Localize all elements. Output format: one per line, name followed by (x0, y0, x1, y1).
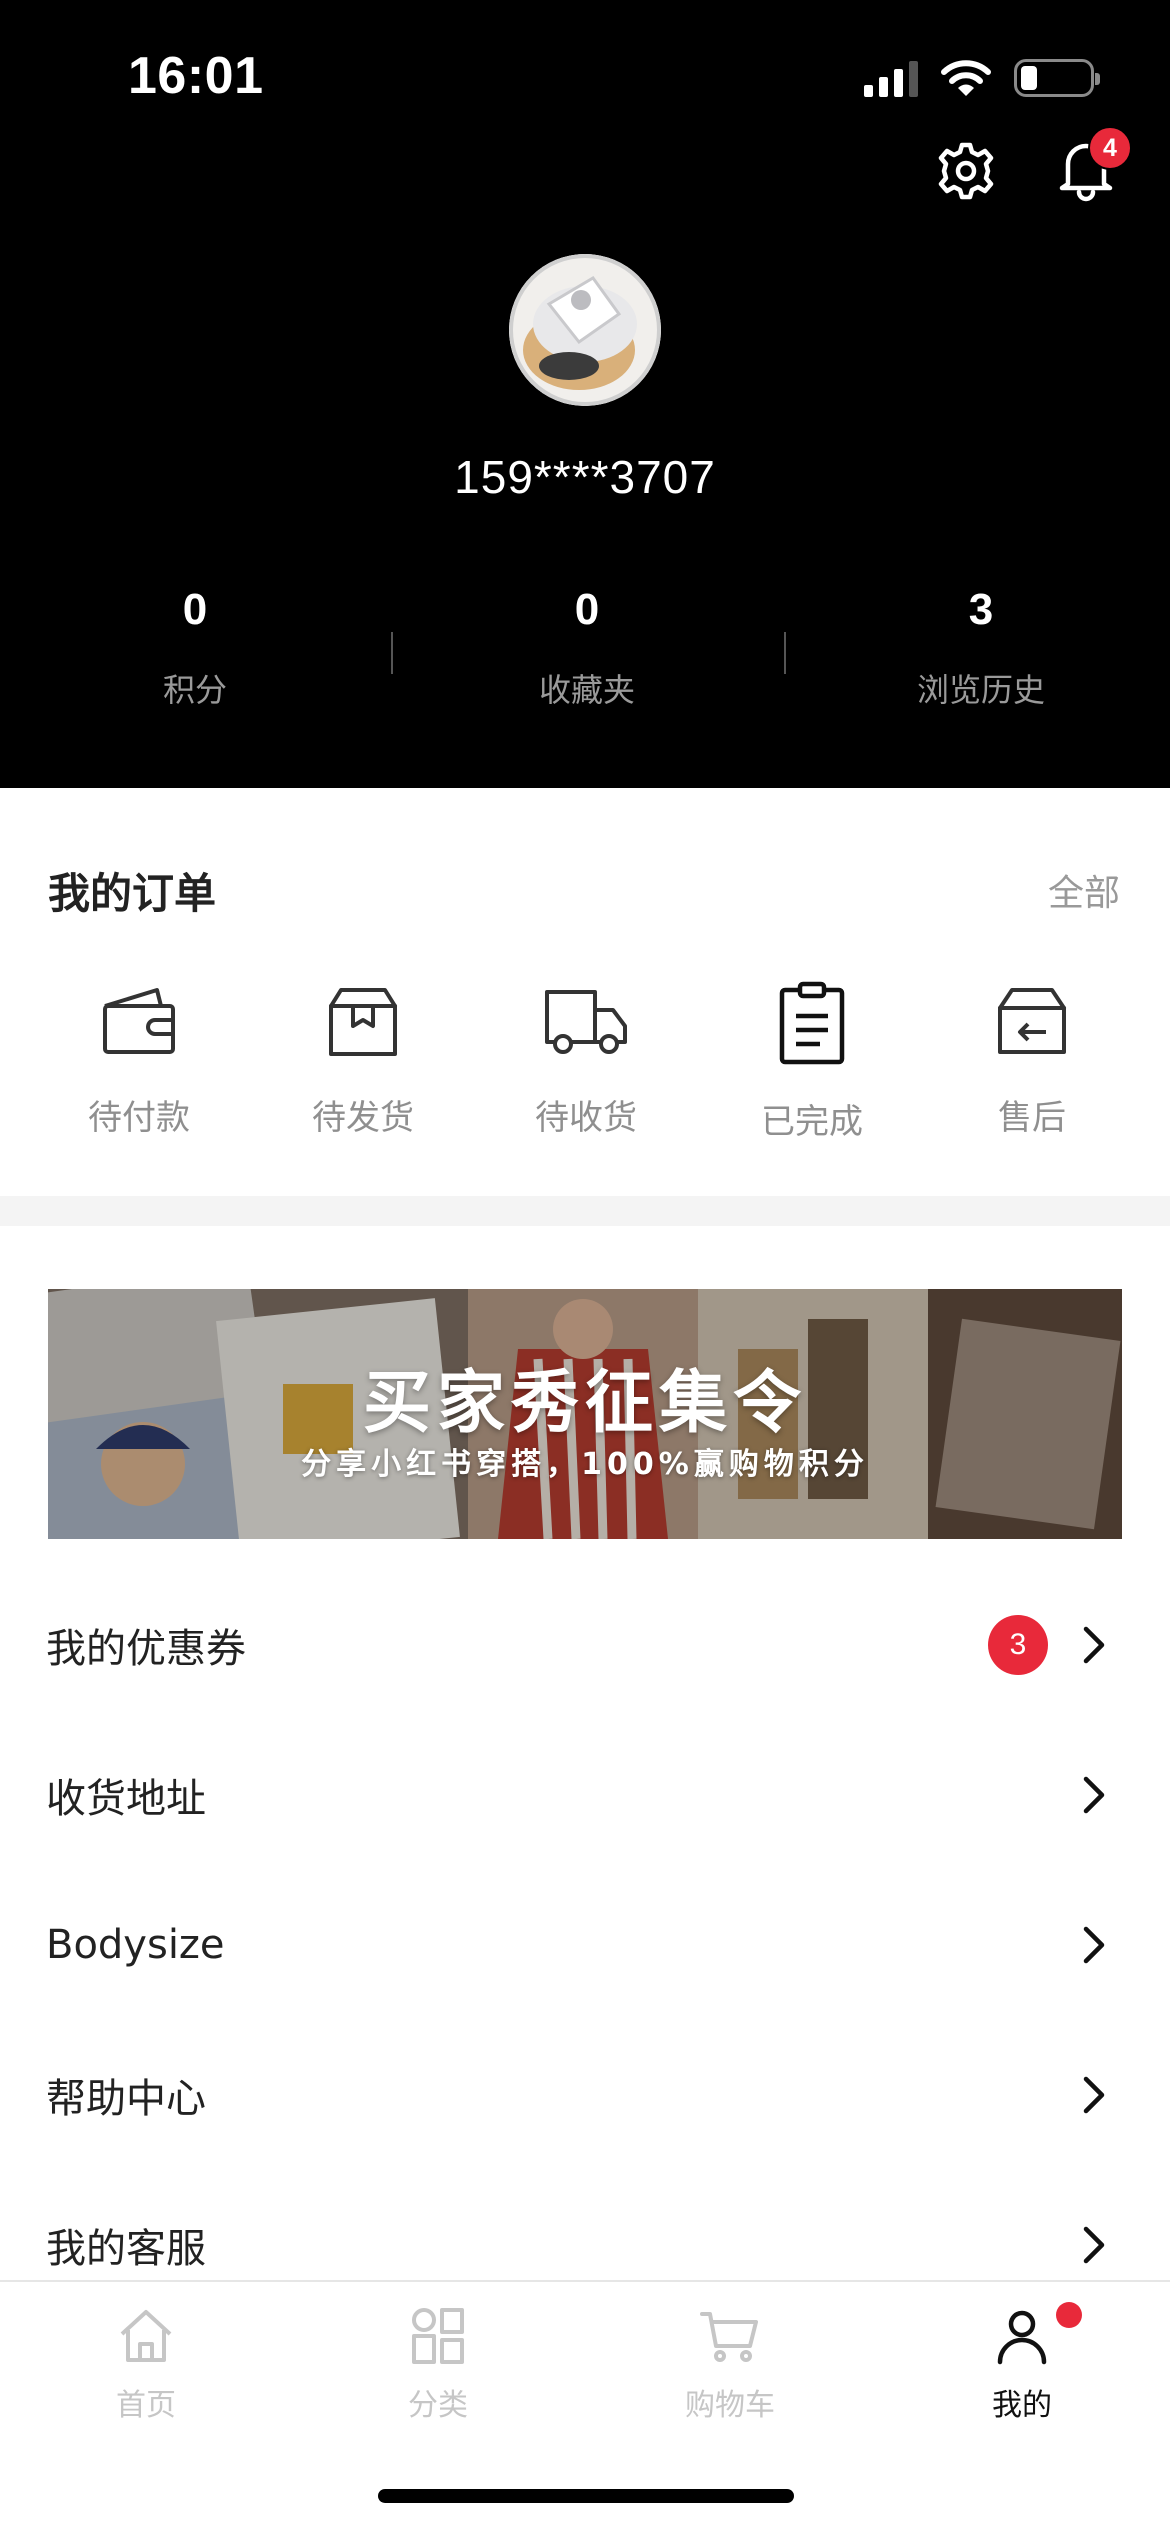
order-pending-shipment[interactable]: 待发货 (263, 980, 463, 1139)
tab-category[interactable]: 分类 (292, 2304, 584, 2424)
package-icon (329, 988, 397, 1056)
banner-title: 买家秀征集令 (362, 1364, 807, 1443)
category-icon (412, 2308, 464, 2364)
chevron-right-icon (1083, 2226, 1105, 2264)
tab-label: 我的 (992, 2388, 1052, 2423)
chevron-right-icon (1083, 1926, 1105, 1964)
menu-item-label: 帮助中心 (46, 2076, 206, 2122)
username: 159****3707 (454, 451, 716, 503)
stat-value: 0 (182, 585, 208, 634)
orders-title: 我的订单 (48, 869, 217, 918)
banner-subtitle: 分享小红书穿搭，100%赢购物积分 (301, 1447, 869, 1482)
tab-label: 分类 (408, 2388, 468, 2423)
orders-all-link[interactable]: 全部 (1048, 864, 1120, 916)
menu-item-label: 收货地址 (46, 1776, 206, 1822)
tab-cart[interactable]: 购物车 (584, 2304, 876, 2424)
stat-label: 浏览历史 (916, 671, 1045, 709)
menu-item-address[interactable]: 收货地址 (0, 1720, 1170, 1870)
profile-notification-dot (1056, 2302, 1082, 2328)
stat-value: 0 (574, 585, 600, 634)
cart-icon (700, 2312, 758, 2362)
truck-icon (545, 990, 627, 1054)
tab-home[interactable]: 首页 (0, 2304, 292, 2424)
order-label: 已完成 (761, 1102, 863, 1142)
home-indicator (378, 2489, 794, 2503)
menu-item-label: 我的优惠券 (46, 1626, 246, 1672)
menu-item-label: Bodysize (46, 1922, 225, 1968)
wifi-icon (941, 60, 991, 96)
stats-row: 0 积分 0 收藏夹 3 浏览历史 (0, 585, 1170, 735)
stat-label: 积分 (162, 671, 227, 709)
status-time: 16:01 (128, 47, 264, 105)
return-box-icon (998, 988, 1066, 1054)
order-label: 待发货 (312, 1098, 414, 1138)
stat-points[interactable]: 0 积分 (0, 585, 390, 711)
notification-badge: 4 (1088, 126, 1132, 170)
wallet-icon (103, 988, 175, 1054)
clipboard-icon (779, 981, 845, 1065)
tab-label: 首页 (116, 2388, 176, 2423)
battery-icon (1014, 59, 1100, 97)
stat-favorites[interactable]: 0 收藏夹 (392, 585, 782, 711)
promo-banner[interactable]: 买家秀征集令 分享小红书穿搭，100%赢购物积分 (48, 1289, 1122, 1539)
section-divider (0, 1196, 1170, 1226)
signal-icon (864, 59, 918, 97)
stat-history[interactable]: 3 浏览历史 (786, 585, 1170, 711)
stat-label: 收藏夹 (538, 671, 635, 709)
stat-value: 3 (968, 585, 994, 634)
menu-item-label: 我的客服 (46, 2226, 206, 2272)
chevron-right-icon (1083, 1776, 1105, 1814)
status-icons (864, 56, 1100, 100)
order-pending-receipt[interactable]: 待收货 (486, 980, 686, 1139)
menu-item-coupons[interactable]: 我的优惠券 3 (0, 1570, 1170, 1720)
coupon-count-badge: 3 (988, 1615, 1048, 1675)
tab-profile[interactable]: 我的 (876, 2304, 1168, 2424)
order-completed[interactable]: 已完成 (712, 980, 912, 1143)
order-label: 待付款 (88, 1098, 190, 1138)
order-label: 待收货 (535, 1098, 637, 1138)
menu-item-bodysize[interactable]: Bodysize (0, 1870, 1170, 2020)
avatar[interactable] (509, 254, 661, 406)
order-pending-payment[interactable]: 待付款 (39, 980, 239, 1139)
person-icon (997, 2310, 1047, 2365)
order-after-sales[interactable]: 售后 (932, 980, 1132, 1139)
chevron-right-icon (1083, 1626, 1105, 1664)
menu-item-help-center[interactable]: 帮助中心 (0, 2020, 1170, 2170)
profile-header: 16:01 4 159****3707 0 积分 0 收藏夹 3 浏览历史 (0, 0, 1170, 788)
order-label: 售后 (998, 1098, 1066, 1138)
settings-gear-icon[interactable] (930, 135, 1002, 207)
tab-label: 购物车 (685, 2388, 775, 2423)
home-icon (120, 2310, 172, 2362)
chevron-right-icon (1083, 2076, 1105, 2114)
